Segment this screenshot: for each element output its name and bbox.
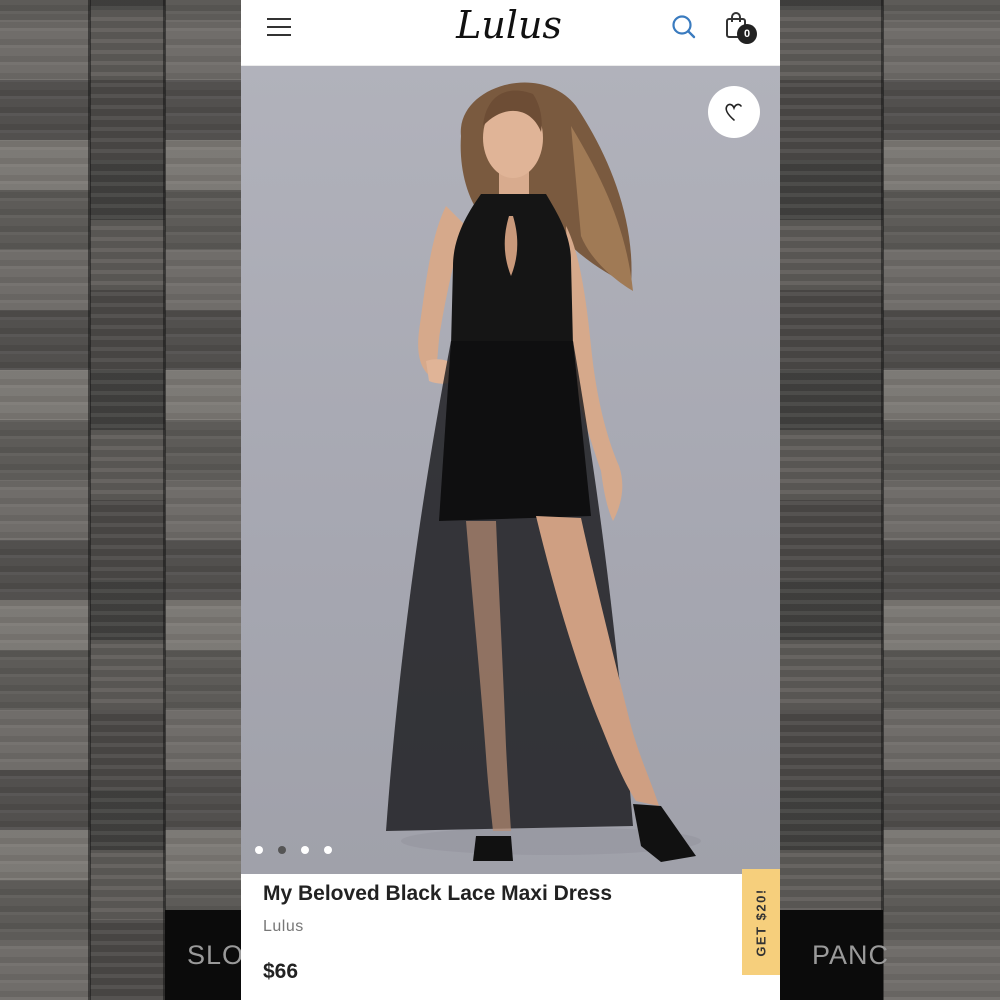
background-strip-right	[780, 0, 883, 1000]
model-photo	[386, 82, 701, 862]
carousel-dot[interactable]	[255, 846, 263, 854]
product-brand[interactable]: Lulus	[263, 918, 304, 936]
image-carousel-dots	[255, 846, 332, 854]
plank-seam	[881, 0, 884, 1000]
product-title[interactable]: My Beloved Black Lace Maxi Dress	[263, 882, 612, 906]
phone-screen: Lulus 0 My Beloved Black Lace Maxi Dress…	[241, 0, 780, 1000]
product-info: My Beloved Black Lace Maxi Dress Lulus $…	[241, 874, 780, 1000]
heart-icon	[725, 103, 742, 121]
background-tile-right: PANC	[780, 910, 888, 1000]
background-strip-left	[90, 0, 165, 1000]
carousel-dot[interactable]	[324, 846, 332, 854]
hamburger-menu-icon[interactable]	[267, 16, 293, 40]
top-navigation-bar: Lulus 0	[241, 0, 780, 66]
wishlist-button[interactable]	[708, 86, 760, 138]
cart-count-badge: 0	[737, 24, 757, 44]
background-tile-left: SLO-	[165, 910, 253, 1000]
carousel-dot[interactable]	[301, 846, 309, 854]
logo-text: Lulus	[456, 3, 562, 47]
search-icon[interactable]	[669, 12, 699, 42]
carousel-dot-active[interactable]	[278, 846, 286, 854]
product-image[interactable]	[241, 66, 780, 874]
lulus-logo[interactable]: Lulus	[449, 0, 569, 50]
promo-tab-button[interactable]: GET $20!	[742, 869, 780, 975]
background-tile-right-label: PANC	[812, 939, 890, 970]
product-price: $66	[263, 960, 299, 983]
plank-seam	[88, 0, 91, 1000]
promo-label: GET $20!	[753, 887, 769, 957]
plank-seam	[163, 0, 166, 1000]
